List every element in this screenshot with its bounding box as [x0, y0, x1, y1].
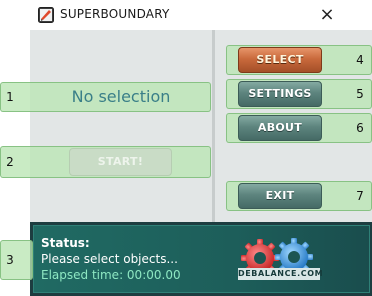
settings-button[interactable]: SETTINGS: [238, 81, 322, 107]
window-title: SUPERBOUNDARY: [60, 7, 170, 21]
annotation-number-2: 2: [6, 155, 14, 169]
annotation-number-4: 4: [356, 53, 364, 67]
logo-text: DEBALANCE.COM: [238, 268, 324, 280]
app-logo-icon: [38, 7, 54, 23]
start-button[interactable]: START!: [69, 148, 172, 176]
close-button[interactable]: ×: [315, 2, 339, 28]
status-message: Please select objects...: [41, 252, 178, 266]
elapsed-time: Elapsed time: 00:00.00: [41, 268, 181, 282]
exit-button[interactable]: EXIT: [238, 183, 322, 209]
annotation-number-5: 5: [356, 87, 364, 101]
annotation-number-7: 7: [356, 189, 364, 203]
select-button[interactable]: SELECT: [238, 47, 322, 73]
left-panel: [30, 30, 212, 222]
selection-status-text: No selection: [71, 87, 171, 106]
annotation-number-6: 6: [356, 121, 364, 135]
annotation-number-1: 1: [6, 90, 14, 104]
annotation-number-3: 3: [6, 253, 14, 267]
about-button[interactable]: ABOUT: [238, 115, 322, 141]
status-title: Status:: [41, 236, 90, 250]
